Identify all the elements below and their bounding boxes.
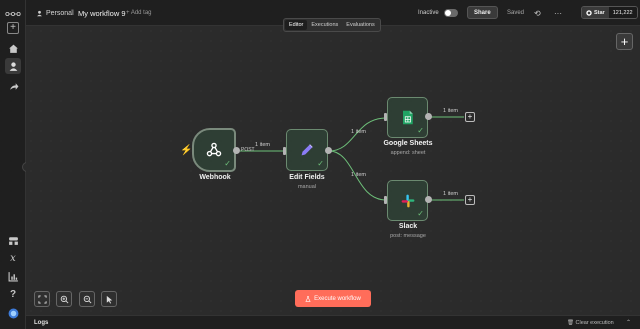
- webhook-node[interactable]: ✓: [192, 128, 236, 172]
- connection-count-label: 1 item: [443, 108, 458, 114]
- edit-fields-node-subtitle: manual: [297, 184, 317, 190]
- add-next-node-button[interactable]: +: [465, 195, 475, 205]
- flask-icon: [305, 295, 311, 302]
- zoom-in-icon[interactable]: [56, 291, 72, 307]
- pointer-icon[interactable]: [101, 291, 117, 307]
- trigger-bolt-icon: ⚡: [180, 145, 193, 156]
- execute-workflow-button[interactable]: Execute workflow: [295, 290, 371, 307]
- webhook-node-label: Webhook: [199, 174, 231, 181]
- slack-node-subtitle: post: message: [390, 233, 426, 239]
- webhook-icon: [206, 142, 222, 157]
- add-next-node-button[interactable]: +: [465, 112, 475, 122]
- zoom-out-icon[interactable]: [79, 291, 95, 307]
- success-check-icon: ✓: [417, 126, 424, 135]
- fit-view-icon[interactable]: [34, 291, 50, 307]
- clear-execution-label: Clear execution: [575, 320, 614, 326]
- edit-fields-node-label: Edit Fields: [289, 174, 325, 181]
- clear-execution-button[interactable]: 🗑 Clear execution: [567, 320, 614, 326]
- connection-count-label: 1 item: [443, 191, 458, 197]
- success-check-icon: ✓: [417, 209, 424, 218]
- google-sheets-node[interactable]: ✓: [387, 97, 428, 138]
- google-sheets-icon: [403, 110, 413, 125]
- sheets-node-subtitle: append: sheet: [390, 150, 426, 156]
- sheets-node-label: Google Sheets: [383, 140, 433, 147]
- success-check-icon: ✓: [317, 159, 324, 168]
- webhook-output-handle[interactable]: [233, 147, 240, 154]
- logs-panel-bar[interactable]: Logs 🗑 Clear execution ⌃: [26, 315, 640, 329]
- pencil-icon: [301, 144, 313, 156]
- sheets-output-handle[interactable]: [425, 113, 432, 120]
- connection-count-label: 1 item: [351, 172, 366, 178]
- trash-icon: 🗑: [567, 320, 574, 326]
- execute-workflow-label: Execute workflow: [314, 295, 361, 302]
- webhook-method-label: POST: [241, 147, 255, 153]
- logs-title: Logs: [34, 320, 49, 326]
- slack-node-label: Slack: [398, 223, 418, 230]
- success-check-icon: ✓: [224, 159, 231, 168]
- connection-count-label: 1 item: [255, 142, 270, 148]
- connection-count-label: 1 item: [351, 129, 366, 135]
- expand-logs-icon[interactable]: ⌃: [626, 319, 631, 326]
- slack-icon: [401, 194, 414, 207]
- slack-node[interactable]: ✓: [387, 180, 428, 221]
- edit-fields-node[interactable]: ✓: [286, 129, 328, 171]
- edit-fields-output-handle[interactable]: [325, 147, 332, 154]
- slack-output-handle[interactable]: [425, 196, 432, 203]
- app-window: + 𝑥 ? › Personal / My workflow 9 + Add t…: [0, 0, 640, 329]
